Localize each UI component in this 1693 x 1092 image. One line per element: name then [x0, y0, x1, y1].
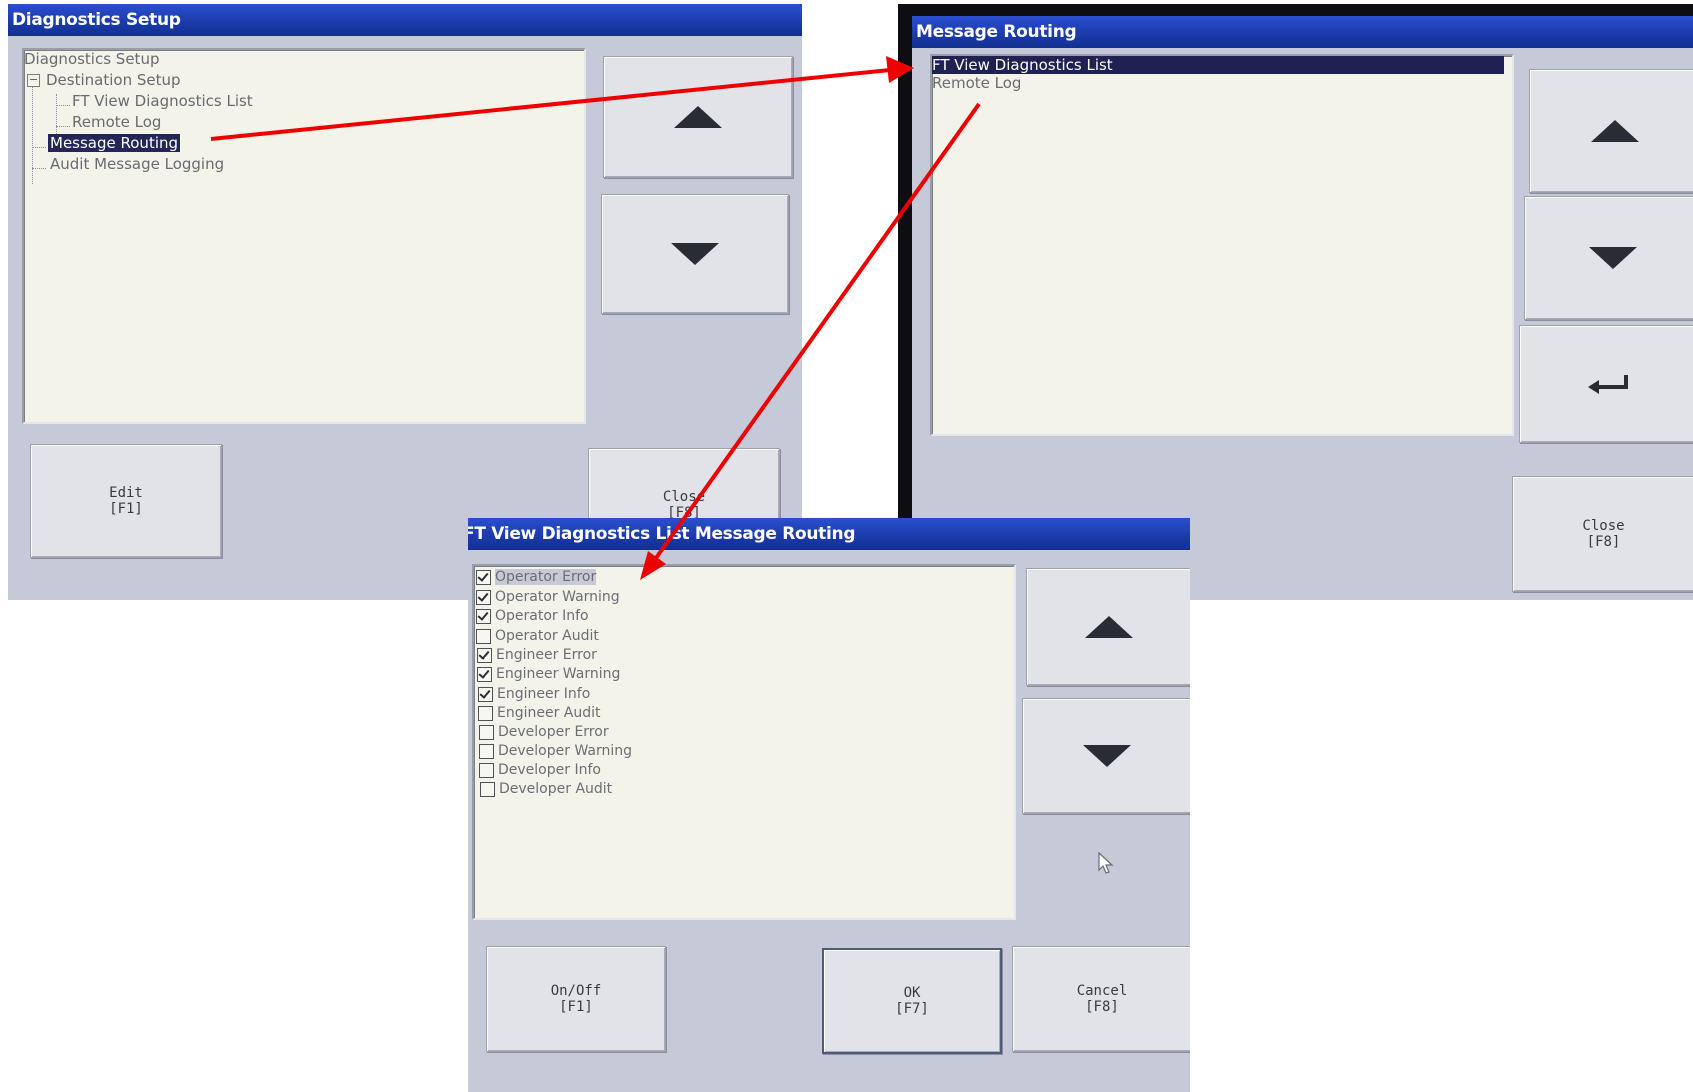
- tree-item-remote-log[interactable]: Remote Log: [72, 113, 161, 131]
- check-label: Operator Error: [495, 569, 597, 585]
- scroll-down-button[interactable]: [1524, 196, 1693, 320]
- check-row-operator-audit[interactable]: Operator Audit: [476, 627, 599, 645]
- screenshot-message-routing: Message Routing FT View Diagnostics List…: [898, 4, 1693, 600]
- check-label: Engineer Audit: [497, 705, 601, 721]
- close-button-label: Close [F8]: [1582, 518, 1625, 550]
- window-title: Diagnostics Setup: [8, 4, 802, 36]
- check-row-developer-audit[interactable]: Developer Audit: [480, 780, 612, 798]
- tree-connector: [32, 147, 46, 148]
- tree-item-message-routing[interactable]: Message Routing: [48, 134, 181, 152]
- tree-item-audit-message-logging[interactable]: Audit Message Logging: [50, 155, 224, 173]
- list-item-ft-view-diagnostics-list[interactable]: FT View Diagnostics List: [932, 56, 1504, 74]
- tree-collapse-toggle[interactable]: −: [27, 74, 40, 87]
- down-arrow-icon: [671, 243, 719, 265]
- ok-button-label: OK [F7]: [895, 985, 929, 1017]
- check-label: Operator Audit: [495, 628, 599, 644]
- check-label: Developer Error: [498, 724, 609, 740]
- scroll-up-button[interactable]: [603, 56, 793, 178]
- mouse-pointer-icon: [1098, 852, 1114, 874]
- up-arrow-icon: [1085, 616, 1133, 638]
- check-row-developer-info[interactable]: Developer Info: [479, 761, 601, 779]
- check-row-engineer-info[interactable]: Engineer Info: [478, 685, 590, 703]
- check-row-developer-warning[interactable]: Developer Warning: [479, 742, 632, 760]
- check-row-engineer-audit[interactable]: Engineer Audit: [478, 704, 601, 722]
- up-arrow-icon: [1591, 120, 1639, 142]
- down-arrow-icon: [1588, 247, 1637, 269]
- checkbox[interactable]: [476, 589, 491, 605]
- cancel-button-label: Cancel [F8]: [1076, 983, 1128, 1015]
- up-arrow-icon: [674, 106, 722, 128]
- scroll-down-button[interactable]: [601, 194, 789, 314]
- window-title: FT View Diagnostics List Message Routing: [468, 518, 1190, 550]
- down-arrow-icon: [1083, 745, 1131, 767]
- tree-item-diagnostics-setup[interactable]: Diagnostics Setup: [24, 50, 159, 68]
- message-type-checklist[interactable]: Operator Error Operator Warning Operator…: [472, 564, 1016, 920]
- check-row-engineer-error[interactable]: Engineer Error: [477, 646, 597, 664]
- check-row-operator-error[interactable]: Operator Error: [476, 568, 597, 586]
- check-label: Developer Info: [498, 762, 601, 778]
- check-label: Engineer Info: [497, 686, 591, 702]
- checkbox[interactable]: [479, 724, 494, 740]
- window-title-text: FT View Diagnostics List Message Routing: [468, 524, 856, 544]
- close-button[interactable]: Close [F8]: [1512, 476, 1693, 592]
- scroll-down-button[interactable]: [1022, 698, 1190, 814]
- close-button-label: Close [F8]: [662, 489, 706, 521]
- checkbox[interactable]: [479, 743, 494, 759]
- message-routing-list[interactable]: FT View Diagnostics List Remote Log: [930, 54, 1514, 436]
- check-label: Engineer Error: [496, 647, 597, 663]
- cancel-button[interactable]: Cancel [F8]: [1012, 946, 1190, 1052]
- tree-connector: [56, 105, 70, 106]
- check-label: Developer Warning: [498, 743, 633, 759]
- ok-button[interactable]: OK [F7]: [822, 948, 1002, 1054]
- on-off-button-label: On/Off [F1]: [550, 983, 602, 1015]
- diagnostics-setup-window: Diagnostics Setup Diagnostics Setup − De…: [8, 4, 802, 600]
- scroll-up-button[interactable]: [1026, 568, 1190, 686]
- check-label: Operator Warning: [495, 589, 620, 605]
- edit-button-label: Edit [F1]: [109, 485, 143, 517]
- check-row-operator-info[interactable]: Operator Info: [476, 607, 589, 625]
- enter-icon: [1588, 375, 1632, 394]
- on-off-button[interactable]: On/Off [F1]: [486, 946, 666, 1052]
- tree-connector: [32, 168, 46, 169]
- check-label: Developer Audit: [499, 781, 613, 797]
- check-row-engineer-warning[interactable]: Engineer Warning: [477, 665, 620, 683]
- tree-connector: [56, 126, 70, 127]
- tree-item-destination-setup[interactable]: Destination Setup: [46, 71, 181, 89]
- scroll-up-button[interactable]: [1529, 69, 1693, 193]
- screenshot-ft-view-routing: FT View Diagnostics List Message Routing…: [468, 518, 1190, 1092]
- checkbox[interactable]: [478, 686, 493, 702]
- checkbox[interactable]: [477, 666, 492, 682]
- message-routing-window: Message Routing FT View Diagnostics List…: [912, 16, 1693, 600]
- checkbox[interactable]: [476, 628, 491, 644]
- check-label: Operator Info: [495, 608, 589, 624]
- ft-view-routing-window: FT View Diagnostics List Message Routing…: [468, 518, 1190, 1092]
- check-label: Engineer Warning: [496, 666, 621, 682]
- list-item-remote-log[interactable]: Remote Log: [932, 74, 1021, 92]
- screenshot-diagnostics-setup: Diagnostics Setup Diagnostics Setup − De…: [8, 4, 802, 600]
- collapse-icon: −: [28, 73, 39, 86]
- diagnostics-tree[interactable]: Diagnostics Setup − Destination Setup FT…: [22, 48, 586, 424]
- enter-button[interactable]: [1519, 325, 1693, 443]
- checkbox[interactable]: [476, 608, 491, 624]
- check-row-operator-warning[interactable]: Operator Warning: [476, 588, 620, 606]
- checkbox[interactable]: [478, 705, 493, 721]
- checkbox[interactable]: [480, 781, 495, 797]
- window-title: Message Routing: [912, 16, 1693, 48]
- edit-button[interactable]: Edit [F1]: [30, 444, 222, 558]
- checkbox[interactable]: [477, 647, 492, 663]
- checkbox[interactable]: [479, 762, 494, 778]
- tree-item-ft-view-diagnostics-list[interactable]: FT View Diagnostics List: [72, 92, 253, 110]
- check-row-developer-error[interactable]: Developer Error: [479, 723, 609, 741]
- checkbox[interactable]: [476, 569, 491, 585]
